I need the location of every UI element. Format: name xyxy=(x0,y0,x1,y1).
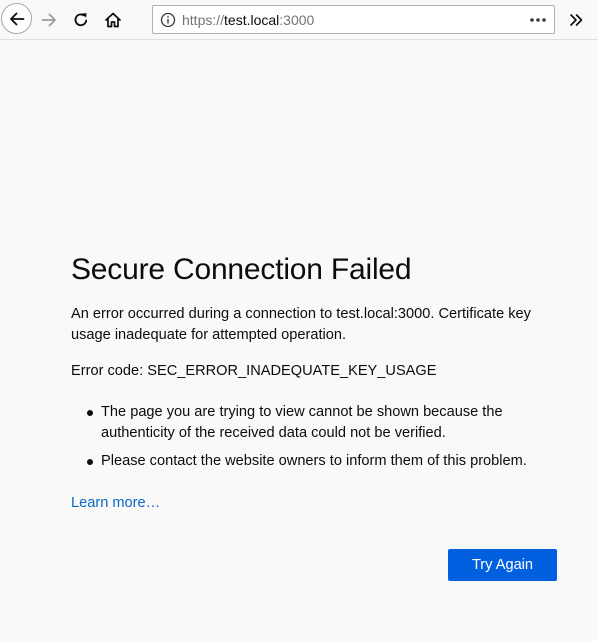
reload-icon xyxy=(74,13,88,27)
learn-more-link[interactable]: Learn more… xyxy=(71,493,160,514)
home-icon xyxy=(105,12,121,28)
error-page-content: Secure Connection Failed An error occurr… xyxy=(71,250,561,514)
error-code: Error code: SEC_ERROR_INADEQUATE_KEY_USA… xyxy=(71,363,437,379)
info-icon[interactable] xyxy=(160,12,176,28)
home-button[interactable] xyxy=(100,7,126,33)
browser-toolbar: https://test.local:3000 xyxy=(0,0,598,40)
try-again-button[interactable]: Try Again xyxy=(448,549,557,581)
reasons-list: The page you are trying to view cannot b… xyxy=(71,402,561,472)
url-bar[interactable]: https://test.local:3000 xyxy=(152,5,555,34)
bullet-icon xyxy=(87,410,93,416)
url-port: :3000 xyxy=(279,12,315,28)
reason-text: Please contact the website owners to inf… xyxy=(101,453,527,469)
list-item: The page you are trying to view cannot b… xyxy=(87,402,561,444)
url-text[interactable]: https://test.local:3000 xyxy=(182,12,314,28)
list-item: Please contact the website owners to inf… xyxy=(87,451,561,472)
url-host: test.local xyxy=(224,12,280,28)
back-button[interactable] xyxy=(1,3,32,34)
chevron-double-right-icon xyxy=(570,14,583,26)
overflow-menu-button[interactable] xyxy=(562,7,590,33)
reload-button[interactable] xyxy=(68,7,94,33)
back-arrow-icon xyxy=(9,12,24,25)
more-dots-icon[interactable] xyxy=(528,11,548,29)
url-scheme: https:// xyxy=(182,12,225,28)
forward-button[interactable] xyxy=(36,7,62,33)
reason-text: The page you are trying to view cannot b… xyxy=(101,404,503,441)
forward-arrow-icon xyxy=(41,13,56,27)
error-description: An error occurred during a connection to… xyxy=(71,306,531,343)
page-title: Secure Connection Failed xyxy=(71,253,412,286)
bullet-icon xyxy=(87,459,93,465)
